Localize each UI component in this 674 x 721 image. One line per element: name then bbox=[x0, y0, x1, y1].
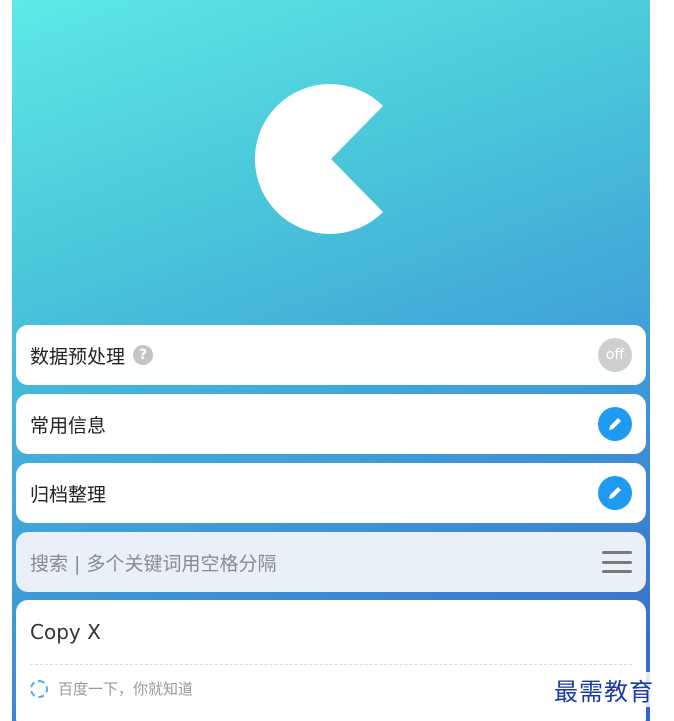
app-window: 数据预处理 ? off 常用信息 归档整理 搜索 | 多个关键词用空格分隔 Co… bbox=[12, 0, 650, 721]
preprocess-row[interactable]: 数据预处理 ? off bbox=[16, 325, 646, 385]
common-info-label: 常用信息 bbox=[30, 414, 107, 437]
archive-row[interactable]: 归档整理 bbox=[16, 463, 646, 523]
question-icon[interactable]: ? bbox=[133, 345, 154, 365]
baidu-hint: 百度一下，你就知道 bbox=[58, 680, 194, 698]
pencil-icon bbox=[609, 487, 621, 499]
app-logo bbox=[255, 84, 383, 234]
loading-circle-icon bbox=[30, 679, 48, 698]
pencil-icon bbox=[609, 418, 621, 430]
baidu-hint-row[interactable]: 百度一下，你就知道 bbox=[30, 678, 193, 699]
archive-label: 归档整理 bbox=[30, 483, 107, 506]
preprocess-toggle[interactable]: off bbox=[598, 338, 632, 372]
divider bbox=[30, 664, 632, 665]
watermark: 最需教育 bbox=[552, 672, 656, 707]
preprocess-label: 数据预处理 bbox=[30, 345, 126, 368]
hamburger-icon[interactable] bbox=[602, 551, 632, 573]
archive-edit-button[interactable] bbox=[598, 476, 632, 510]
search-input[interactable]: 搜索 | 多个关键词用空格分隔 bbox=[30, 549, 276, 576]
search-bar[interactable]: 搜索 | 多个关键词用空格分隔 bbox=[16, 532, 646, 592]
common-info-edit-button[interactable] bbox=[598, 407, 632, 441]
clipboard-item[interactable]: Copy X bbox=[30, 620, 101, 644]
common-info-row[interactable]: 常用信息 bbox=[16, 394, 646, 454]
